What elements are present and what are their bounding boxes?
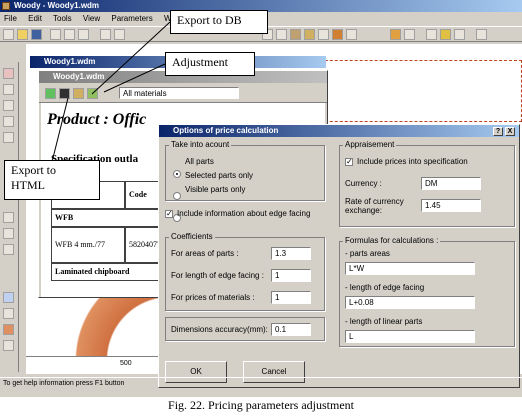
leader-export-html — [51, 97, 69, 163]
leader-export-db — [91, 21, 171, 95]
callout-export-db: Export to DB — [170, 10, 268, 34]
callout-export-html: Export to HTML — [4, 160, 100, 200]
screenshot-area: Woody - Woody1.wdm File Edit Tools View … — [0, 0, 522, 397]
callout-adjustment-text: Adjustment — [172, 55, 228, 69]
figure-caption: Fig. 22. Pricing parameters adjustment — [168, 398, 354, 412]
callout-adjustment: Adjustment — [165, 52, 255, 76]
callout-export-db-text: Export to DB — [177, 13, 242, 27]
leader-adjustment — [103, 63, 166, 93]
